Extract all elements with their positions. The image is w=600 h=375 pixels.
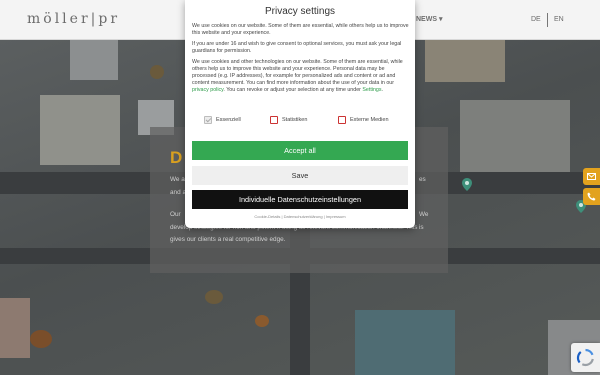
hero-text-fragment: is [419,224,424,231]
cookie-details-text-start: We use cookies and other technologies on… [192,59,403,87]
privacy-policy-link[interactable]: privacy policy [192,87,223,93]
tree [255,315,269,327]
cookie-details-text-end: . [381,87,384,94]
privacy-settings-dialog: Privacy settings We use cookies on our w… [185,0,415,228]
hero-text-fragment: We [419,211,429,218]
hero-text-fragment: es [419,176,426,183]
dialog-footer-links[interactable]: Cookie-Details | Datenschutzerklärung | … [185,214,415,219]
dialog-title: Privacy settings [264,6,336,17]
tree [150,65,164,79]
accept-all-button[interactable]: Accept all [192,141,408,160]
consent-option-statistics[interactable]: Statistiken [270,116,307,124]
building [425,40,505,82]
hero-text-line: and a [170,189,186,196]
recaptcha-badge[interactable] [571,343,600,372]
building [0,298,30,358]
essential-label: Essenziell [216,117,241,123]
consent-option-external-media[interactable]: Externe Medien [338,116,389,124]
tree [30,330,52,348]
site-logo[interactable]: möller|pr [27,11,120,27]
statistics-checkbox[interactable] [270,116,278,124]
statistics-label: Statistiken [282,117,308,123]
external-media-checkbox[interactable] [338,116,346,124]
building [70,40,118,80]
building [355,310,455,375]
consent-option-essential[interactable]: Essenziell [204,116,241,124]
guardian-consent-text: If you are under 16 and wish to give con… [192,41,402,55]
hero-text-line: gives our clients a real competitive edg… [170,236,286,243]
mail-icon [587,173,596,180]
settings-link[interactable]: Settings [362,87,381,93]
map-pin-icon [462,178,472,191]
essential-checkbox[interactable] [204,116,212,124]
language-en-link[interactable]: EN [554,16,564,23]
language-divider [547,13,548,27]
cookie-intro-text: We use cookies on our website. Some of t… [192,23,409,37]
recaptcha-icon [576,348,594,367]
hero-text-line: We a [170,176,185,183]
external-media-label: Externe Medien [350,117,389,123]
building [40,95,120,165]
phone-icon [587,192,596,201]
building [460,100,570,175]
contact-mail-button[interactable] [583,168,600,185]
hero-text-line: Our [170,211,181,218]
individual-privacy-settings-button[interactable]: Individuelle Datenschutzeinstellungen [192,190,408,209]
tree [205,290,223,304]
hero-title: D [170,148,183,167]
contact-phone-button[interactable] [583,188,600,205]
cookie-details-text: We use cookies and other technologies on… [192,59,409,94]
cookie-details-text-middle: . You can revoke or adjust your selectio… [223,87,363,94]
nav-item-news[interactable]: NEWS ▾ [416,15,442,23]
save-button[interactable]: Save [192,166,408,185]
language-de-link[interactable]: DE [531,16,541,23]
